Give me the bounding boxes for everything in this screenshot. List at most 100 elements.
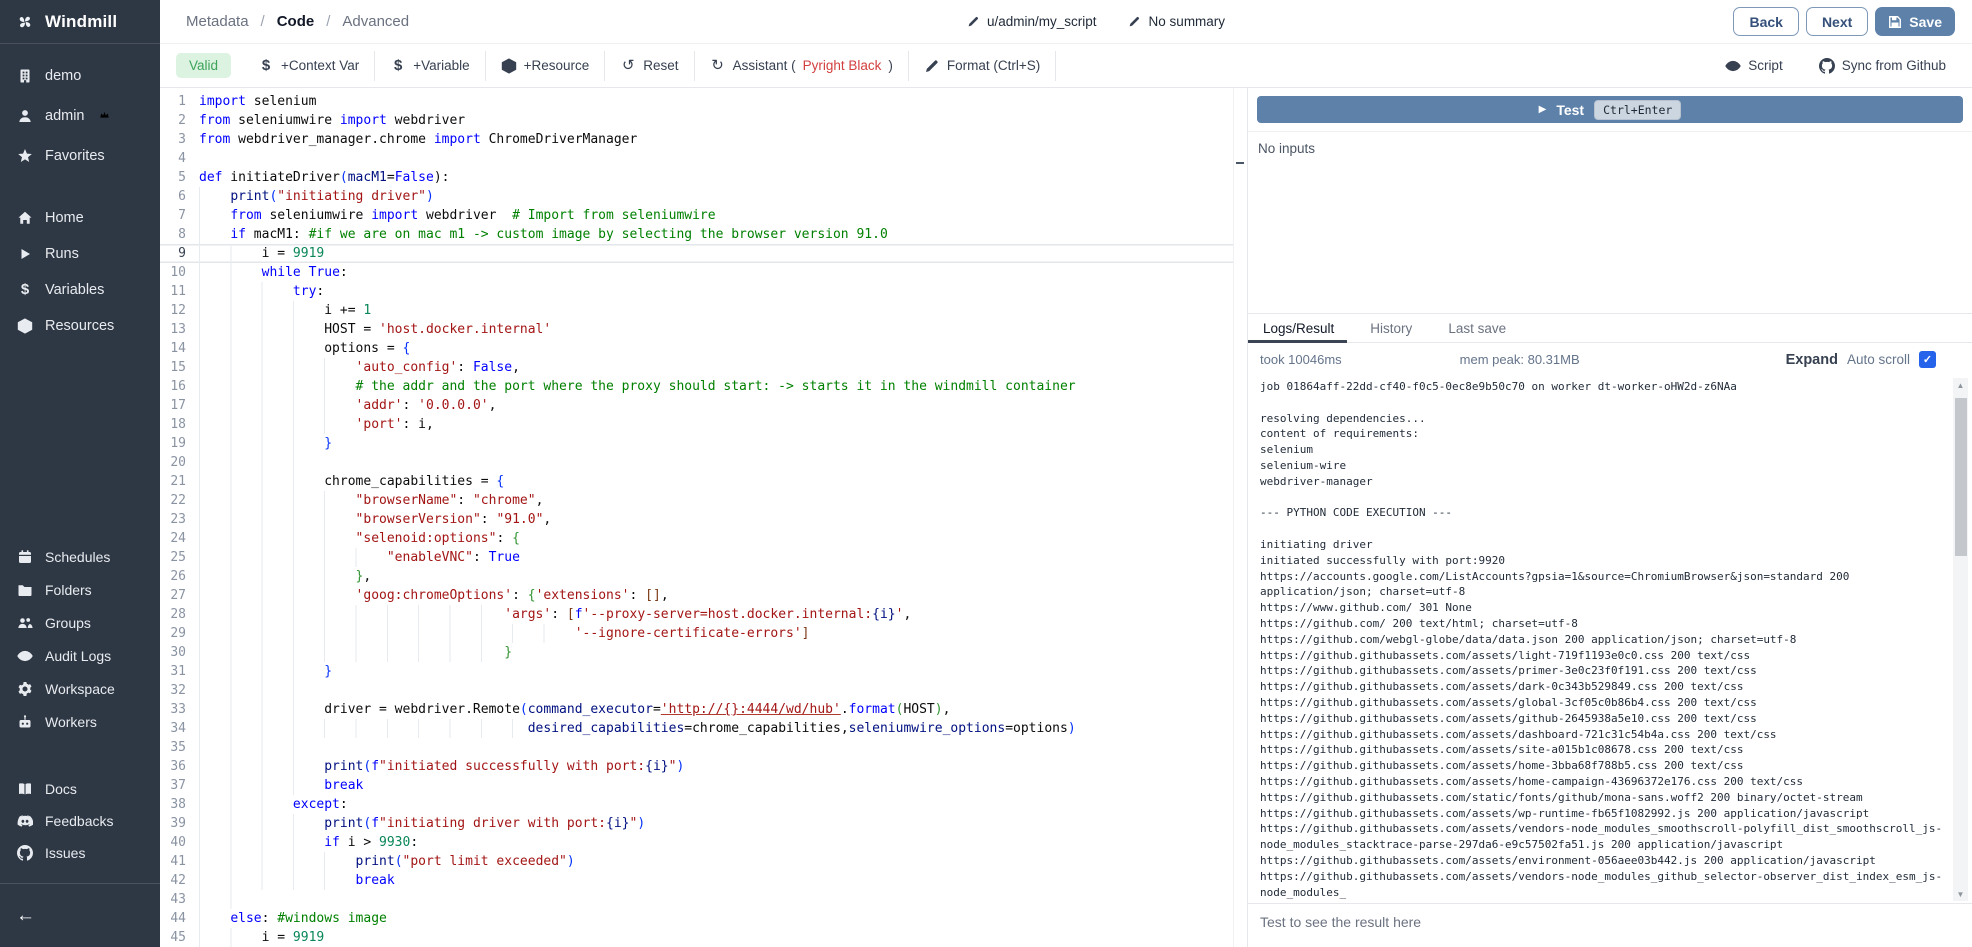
scroll-up-arrow-icon[interactable]: ▲ — [1953, 378, 1968, 392]
tab-metadata[interactable]: Metadata — [186, 13, 249, 30]
code-line-11[interactable]: 11 try: — [160, 282, 1247, 301]
code-line-8[interactable]: 8 if macM1: #if we are on mac m1 -> cust… — [160, 225, 1247, 244]
code-line-18[interactable]: 18 'port': i, — [160, 415, 1247, 434]
sidebar-item-favorites[interactable]: Favorites — [0, 136, 160, 176]
sidebar-item-groups[interactable]: Groups — [0, 606, 160, 639]
code-line-31[interactable]: 31 } — [160, 662, 1247, 681]
code-line-30[interactable]: 30 } — [160, 643, 1247, 662]
sidebar-item-docs[interactable]: Docs — [0, 773, 160, 805]
code-line-44[interactable]: 44 else: #windows image — [160, 909, 1247, 928]
code-line-1[interactable]: 1import selenium — [160, 92, 1247, 111]
code-line-42[interactable]: 42 break — [160, 871, 1247, 890]
code-line-27[interactable]: 27 'goog:chromeOptions': {'extensions': … — [160, 586, 1247, 605]
code-line-2[interactable]: 2from seleniumwire import webdriver — [160, 111, 1247, 130]
code-line-16[interactable]: 16 # the addr and the port where the pro… — [160, 377, 1247, 396]
tab-logs-result[interactable]: Logs/Result — [1258, 314, 1339, 342]
sidebar-item-feedbacks[interactable]: Feedbacks — [0, 805, 160, 837]
scrollbar-thumb[interactable] — [1955, 398, 1967, 556]
code-line-24[interactable]: 24 "selenoid:options": { — [160, 529, 1247, 548]
code-line-7[interactable]: 7 from seleniumwire import webdriver # I… — [160, 206, 1247, 225]
code-line-20[interactable]: 20 — [160, 453, 1247, 472]
logo-row[interactable]: Windmill — [0, 0, 160, 44]
format-ctrl-s-button[interactable]: Format (Ctrl+S) — [909, 44, 1055, 87]
expand-button[interactable]: Expand — [1786, 352, 1838, 368]
code-line-23[interactable]: 23 "browserVersion": "91.0", — [160, 510, 1247, 529]
code-line-33[interactable]: 33 driver = webdriver.Remote(command_exe… — [160, 700, 1247, 719]
sync-from-github-button[interactable]: Sync from Github — [1819, 58, 1946, 74]
code-line-25[interactable]: 25 "enableVNC": True — [160, 548, 1247, 567]
code-text — [199, 453, 1247, 472]
sidebar-item-workspace[interactable]: Workspace — [0, 672, 160, 705]
context-var-button[interactable]: $+Context Var — [243, 44, 374, 87]
logs-scrollbar[interactable]: ▲ ▼ — [1953, 378, 1968, 901]
log-line: webdriver-manager — [1260, 474, 1950, 490]
sidebar-item-demo[interactable]: demo — [0, 56, 160, 96]
line-number: 44 — [160, 909, 199, 928]
code-text: '--ignore-certificate-errors'] — [199, 624, 1247, 643]
sidebar-item-admin[interactable]: admin — [0, 96, 160, 136]
code-line-36[interactable]: 36 print(f"initiated successfully with p… — [160, 757, 1247, 776]
code-line-45[interactable]: 45 i = 9919 — [160, 928, 1247, 947]
reset-button[interactable]: ↺Reset — [605, 44, 693, 87]
sidebar-item-runs[interactable]: Runs — [0, 236, 160, 272]
code-line-28[interactable]: 28 'args': [f'--proxy-server=host.docker… — [160, 605, 1247, 624]
code-line-26[interactable]: 26 }, — [160, 567, 1247, 586]
code-line-37[interactable]: 37 break — [160, 776, 1247, 795]
sidebar-item-issues[interactable]: Issues — [0, 837, 160, 869]
code-line-6[interactable]: 6 print("initiating driver") — [160, 187, 1247, 206]
code-line-21[interactable]: 21 chrome_capabilities = { — [160, 472, 1247, 491]
collapse-sidebar-button[interactable]: ← — [16, 905, 35, 927]
resource-button[interactable]: +Resource — [486, 44, 605, 87]
code-line-32[interactable]: 32 — [160, 681, 1247, 700]
next-button[interactable]: Next — [1806, 7, 1868, 36]
code-line-29[interactable]: 29 '--ignore-certificate-errors'] — [160, 624, 1247, 643]
code-line-4[interactable]: 4 — [160, 149, 1247, 168]
tab-last-save[interactable]: Last save — [1443, 314, 1511, 342]
code-line-40[interactable]: 40 if i > 9930: — [160, 833, 1247, 852]
sidebar-item-audit-logs[interactable]: Audit Logs — [0, 639, 160, 672]
assistant-button[interactable]: ↻Assistant (Pyright Black) — [695, 44, 908, 87]
code-line-34[interactable]: 34 desired_capabilities=chrome_capabilit… — [160, 719, 1247, 738]
code-line-35[interactable]: 35 — [160, 738, 1247, 757]
editor-overview-ruler[interactable] — [1233, 88, 1247, 947]
sidebar-item-workers[interactable]: Workers — [0, 705, 160, 738]
tab-advanced[interactable]: Advanced — [342, 13, 409, 30]
code-line-10[interactable]: 10 while True: — [160, 263, 1247, 282]
code-line-12[interactable]: 12 i += 1 — [160, 301, 1247, 320]
code-line-41[interactable]: 41 print("port limit exceeded") — [160, 852, 1247, 871]
code-editor[interactable]: 1import selenium2from seleniumwire impor… — [160, 88, 1247, 947]
code-line-5[interactable]: 5def initiateDriver(macM1=False): — [160, 168, 1247, 187]
sidebar-item-resources[interactable]: Resources — [0, 308, 160, 344]
code-line-17[interactable]: 17 'addr': '0.0.0.0', — [160, 396, 1247, 415]
back-button[interactable]: Back — [1733, 7, 1798, 36]
sidebar-item-schedules[interactable]: Schedules — [0, 540, 160, 573]
scroll-down-arrow-icon[interactable]: ▼ — [1953, 887, 1968, 901]
code-line-43[interactable]: 43 — [160, 890, 1247, 909]
sidebar-item-folders[interactable]: Folders — [0, 573, 160, 606]
log-line: https://github.githubassets.com/assets/d… — [1260, 679, 1950, 695]
script-path-edit[interactable]: u/admin/my_script — [965, 14, 1097, 30]
test-button[interactable]: ▶ Test Ctrl+Enter — [1257, 96, 1963, 123]
code-line-22[interactable]: 22 "browserName": "chrome", — [160, 491, 1247, 510]
code-line-3[interactable]: 3from webdriver_manager.chrome import Ch… — [160, 130, 1247, 149]
code-line-38[interactable]: 38 except: — [160, 795, 1247, 814]
sidebar-item-home[interactable]: Home — [0, 200, 160, 236]
log-line: https://www.github.com/ 301 None — [1260, 600, 1950, 616]
building-icon — [17, 68, 33, 84]
code-line-19[interactable]: 19 } — [160, 434, 1247, 453]
save-button[interactable]: Save — [1875, 7, 1955, 36]
tab-code[interactable]: Code — [277, 13, 315, 30]
tab-history[interactable]: History — [1365, 314, 1417, 342]
code-line-15[interactable]: 15 'auto_config': False, — [160, 358, 1247, 377]
script-summary-edit[interactable]: No summary — [1127, 14, 1226, 30]
autoscroll-checkbox[interactable]: ✓ — [1919, 351, 1936, 368]
code-line-39[interactable]: 39 print(f"initiating driver with port:{… — [160, 814, 1247, 833]
sidebar-item-label: Audit Logs — [45, 648, 111, 664]
variable-button[interactable]: $+Variable — [375, 44, 484, 87]
code-line-9[interactable]: 9 i = 9919 — [160, 244, 1247, 263]
sidebar-item-variables[interactable]: $Variables — [0, 272, 160, 308]
code-line-14[interactable]: 14 options = { — [160, 339, 1247, 358]
script-view-button[interactable]: Script — [1725, 58, 1783, 74]
toolbar-right: Script Sync from Github — [1725, 58, 1956, 74]
code-line-13[interactable]: 13 HOST = 'host.docker.internal' — [160, 320, 1247, 339]
